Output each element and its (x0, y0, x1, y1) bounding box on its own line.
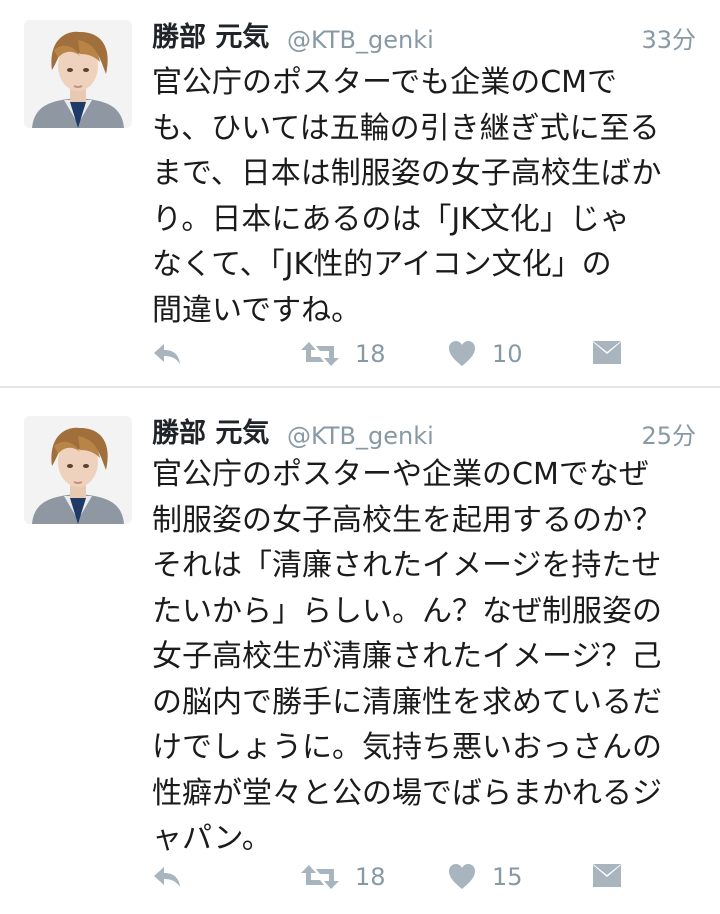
display-name[interactable]: 勝部 元気 (152, 18, 269, 58)
avatar-image (24, 20, 132, 128)
tweet-text-line: の脳内で勝手に清廉性を求めているだ (152, 684, 662, 720)
user-handle[interactable]: @KTB_genki (287, 416, 434, 456)
tweet-text: 官公庁のポスターや企業のCMでなぜ 制服姿の女子高校生を起用するのか？ それは「… (152, 452, 702, 862)
timestamp: 33分 (641, 26, 696, 54)
tweet-text-line: それは「清廉されたイメージを持たせ (152, 548, 662, 583)
avatar[interactable] (24, 416, 132, 524)
tweet-text-line: まで、日本は制服姿の女子高校生ばか (152, 156, 662, 191)
direct-message-icon (593, 864, 621, 887)
tweet-text: 官公庁のポスターでも企業のCMで も、ひいては五輪の引き継ぎ式に至る まで、日本… (152, 60, 702, 333)
like-button[interactable]: 15 (448, 857, 538, 897)
tweet-actions: 18 10 (152, 334, 632, 374)
tweet[interactable]: 勝部 元気 @KTB_genki 25分 官公庁のポスターや企業のCMでなぜ 制… (0, 388, 720, 914)
direct-message-icon (593, 341, 621, 364)
direct-message-button[interactable] (592, 334, 628, 374)
retweet-button[interactable]: 18 (300, 857, 400, 897)
tweet-text-line: ャパン。 (152, 821, 272, 856)
tweet-text-line: なくて、「JK性的アイコン文化」の (152, 247, 612, 282)
like-button[interactable]: 10 (448, 334, 538, 374)
retweet-count: 18 (355, 863, 386, 891)
tweet-text-line: けでしょうに。気持ち悪いおっさんの (152, 730, 662, 765)
tweet-text-line: も、ひいては五輪の引き継ぎ式に至る (152, 110, 660, 146)
retweet-count: 18 (355, 340, 386, 368)
retweet-icon (301, 865, 339, 889)
tweet-actions: 18 15 (152, 857, 632, 897)
tweet-header: 勝部 元気 @KTB_genki 33分 (152, 18, 696, 58)
timestamp: 25分 (641, 422, 696, 450)
tweet-text-line: 間違いですね。 (152, 292, 362, 328)
direct-message-button[interactable] (592, 857, 628, 897)
heart-icon (449, 864, 475, 889)
tweet-text-line: 制服姿の女子高校生を起用するのか？ (152, 502, 662, 538)
avatar-image (24, 416, 132, 524)
tweet-text-line: 官公庁のポスターや企業のCMでなぜ (152, 457, 649, 492)
tweet-text-line: 性癖が堂々と公の場でばらまかれるジ (152, 775, 662, 811)
tweet-text-line: 女子高校生が清廉されたイメージ？己 (152, 639, 662, 674)
tweet[interactable]: 勝部 元気 @KTB_genki 33分 官公庁のポスターでも企業のCMで も、… (0, 0, 720, 386)
retweet-icon (301, 342, 339, 366)
retweet-button[interactable]: 18 (300, 334, 400, 374)
tweet-text-line: たいから」らしい。ん？なぜ制服姿の (152, 593, 662, 629)
tweet-header: 勝部 元気 @KTB_genki 25分 (152, 414, 696, 454)
reply-icon (154, 867, 180, 887)
reply-button[interactable] (152, 857, 188, 897)
reply-icon (154, 344, 180, 364)
heart-icon (449, 341, 475, 366)
user-handle[interactable]: @KTB_genki (287, 20, 434, 60)
tweet-text-line: 官公庁のポスターでも企業のCMで (152, 65, 618, 100)
tweet-text-line: り。日本にあるのは「JK文化」じゃ (152, 201, 630, 237)
like-count: 10 (492, 340, 523, 368)
display-name[interactable]: 勝部 元気 (152, 414, 269, 454)
like-count: 15 (492, 863, 523, 891)
avatar[interactable] (24, 20, 132, 128)
reply-button[interactable] (152, 334, 188, 374)
